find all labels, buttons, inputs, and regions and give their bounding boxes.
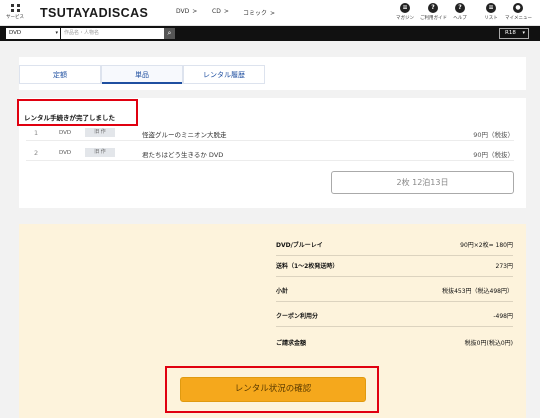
summary-line: DVD/ブルーレイ 90円×2枚= 180円	[276, 240, 513, 256]
category-select[interactable]: DVD ▾	[6, 28, 60, 39]
guide-icon: ?	[428, 3, 438, 13]
search-bar: DVD ▾ 作品名・人物名 ⌕ R18 ▾	[0, 26, 540, 41]
tab-subscription[interactable]: 定額	[19, 65, 101, 84]
search-input[interactable]: 作品名・人物名	[61, 28, 164, 39]
search-icon: ⌕	[167, 29, 172, 37]
chevron-down-icon: ▾	[522, 30, 525, 36]
item-title[interactable]: 怪盗グルーのミニオン大脱走	[142, 129, 227, 139]
list-button[interactable]: ≡ リスト	[478, 3, 504, 21]
search-button[interactable]: ⌕	[164, 28, 175, 39]
summary-total: ご請求金額 税抜0円(税込0円)	[276, 340, 513, 347]
item-title[interactable]: 君たちはどう生きるか DVD	[142, 149, 223, 159]
summary-line: 小計 税抜453円（税込498円）	[276, 286, 513, 302]
book-icon: ≡	[400, 3, 410, 13]
logo[interactable]: TSUTAYADISCAS	[40, 6, 148, 20]
highlight-box	[17, 99, 138, 126]
top-header: サービス TSUTAYADISCAS DVD > CD > コミック > ≡ マガジン…	[0, 0, 540, 26]
magazine-button[interactable]: ≡ マガジン	[392, 3, 418, 21]
tab-single[interactable]: 単品	[101, 65, 183, 84]
nav-cd[interactable]: CD >	[212, 8, 229, 15]
chevron-down-icon: ▾	[55, 30, 58, 36]
nav-dvd[interactable]: DVD >	[176, 8, 197, 15]
list-item: 2 DVD 旧 作 君たちはどう生きるか DVD 90円（税抜）	[26, 145, 514, 161]
nav-comic[interactable]: コミック >	[243, 8, 275, 17]
summary-line: クーポン利用分 -498円	[276, 311, 513, 327]
help-button[interactable]: ? ヘルプ	[447, 3, 473, 21]
service-menu-button[interactable]: サービス	[6, 4, 24, 20]
summary-line: 送料（1〜2枚発送時） 273円	[276, 261, 513, 277]
status-badge: 旧 作	[85, 148, 115, 157]
service-label: サービス	[6, 15, 24, 20]
list-item: 1 DVD 旧 作 怪盗グルーのミニオン大脱走 90円（税抜）	[26, 125, 514, 141]
status-badge: 旧 作	[85, 128, 115, 137]
my-menu-button[interactable]: ● マイメニュー	[505, 3, 532, 21]
list-icon: ≡	[486, 3, 496, 13]
r18-select[interactable]: R18 ▾	[499, 28, 529, 39]
help-icon: ?	[455, 3, 465, 13]
guide-button[interactable]: ? ご利用ガイド	[420, 3, 447, 21]
tab-rental-history[interactable]: レンタル履歴	[183, 65, 265, 84]
grid-icon	[10, 4, 20, 12]
user-icon: ●	[513, 3, 523, 13]
highlight-box	[165, 366, 379, 413]
rental-period-button[interactable]: 2枚 12泊13日	[331, 171, 514, 194]
